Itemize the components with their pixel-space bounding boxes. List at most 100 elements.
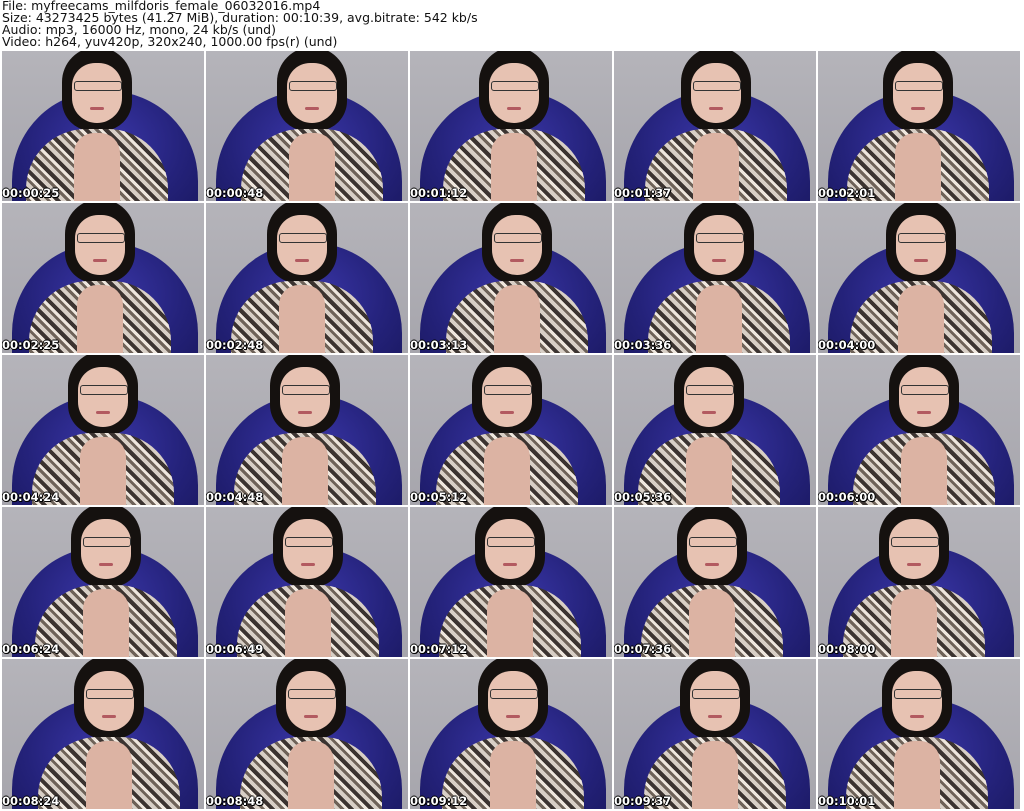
neckline [494, 285, 540, 353]
neckline [289, 133, 335, 201]
mouth [709, 107, 723, 110]
timestamp: 00:02:25 [2, 338, 60, 352]
glasses-icon [686, 385, 734, 395]
glasses-icon [282, 385, 330, 395]
face [489, 63, 539, 123]
timestamp: 00:04:24 [2, 490, 60, 504]
timestamp: 00:01:37 [614, 186, 672, 200]
video-frame-thumbnail[interactable]: 00:06:00 [818, 355, 1020, 505]
video-frame-thumbnail[interactable]: 00:04:48 [206, 355, 408, 505]
video-frame-thumbnail[interactable]: 00:08:00 [818, 507, 1020, 657]
neckline [83, 589, 129, 657]
glasses-icon [490, 689, 538, 699]
neckline [77, 285, 123, 353]
video-frame-thumbnail[interactable]: 00:05:36 [614, 355, 816, 505]
mouth [96, 411, 110, 414]
neckline [484, 437, 530, 505]
timestamp: 00:06:49 [206, 642, 264, 656]
video-frame-thumbnail[interactable]: 00:10:01 [818, 659, 1020, 809]
mouth [702, 411, 716, 414]
video-frame-thumbnail[interactable]: 00:03:36 [614, 203, 816, 353]
face [75, 215, 125, 275]
mouth [507, 107, 521, 110]
mouth [90, 107, 104, 110]
video-frame-thumbnail[interactable]: 00:00:25 [2, 51, 204, 201]
video-frame-thumbnail[interactable]: 00:02:25 [2, 203, 204, 353]
neckline [490, 741, 536, 809]
video-frame-thumbnail[interactable]: 00:02:01 [818, 51, 1020, 201]
face [896, 215, 946, 275]
face [892, 671, 942, 731]
mouth [500, 411, 514, 414]
timestamp: 00:06:00 [818, 490, 876, 504]
timestamp: 00:08:48 [206, 794, 264, 808]
video-frame-thumbnail[interactable]: 00:04:24 [2, 355, 204, 505]
glasses-icon [895, 81, 943, 91]
timestamp: 00:07:36 [614, 642, 672, 656]
mouth [705, 563, 719, 566]
video-frame-thumbnail[interactable]: 00:07:12 [410, 507, 612, 657]
mouth [305, 107, 319, 110]
video-frame-thumbnail[interactable]: 00:08:24 [2, 659, 204, 809]
mouth [911, 107, 925, 110]
glasses-icon [86, 689, 134, 699]
mouth [914, 259, 928, 262]
glasses-icon [494, 233, 542, 243]
glasses-icon [288, 689, 336, 699]
video-frame-thumbnail[interactable]: 00:09:37 [614, 659, 816, 809]
timestamp: 00:07:12 [410, 642, 468, 656]
face [889, 519, 939, 579]
timestamp: 00:05:12 [410, 490, 468, 504]
glasses-icon [279, 233, 327, 243]
glasses-icon [484, 385, 532, 395]
timestamp: 00:03:13 [410, 338, 468, 352]
video-frame-thumbnail[interactable]: 00:01:37 [614, 51, 816, 201]
video-frame-thumbnail[interactable]: 00:03:13 [410, 203, 612, 353]
video-info: Video: h264, yuv420p, 320x240, 1000.00 f… [2, 34, 338, 49]
timestamp: 00:00:48 [206, 186, 264, 200]
mouth [506, 715, 520, 718]
video-frame-thumbnail[interactable]: 00:09:12 [410, 659, 612, 809]
face [84, 671, 134, 731]
face [485, 519, 535, 579]
video-frame-thumbnail[interactable]: 00:01:12 [410, 51, 612, 201]
video-frame-thumbnail[interactable]: 00:08:48 [206, 659, 408, 809]
neckline [491, 133, 537, 201]
face [893, 63, 943, 123]
timestamp: 00:03:36 [614, 338, 672, 352]
face [899, 367, 949, 427]
face [287, 63, 337, 123]
mouth [510, 259, 524, 262]
glasses-icon [898, 233, 946, 243]
mouth [917, 411, 931, 414]
neckline [80, 437, 126, 505]
neckline [696, 285, 742, 353]
face [690, 671, 740, 731]
timestamp: 00:06:24 [2, 642, 60, 656]
neckline [74, 133, 120, 201]
video-frame-thumbnail[interactable]: 00:07:36 [614, 507, 816, 657]
mouth [304, 715, 318, 718]
video-frame-thumbnail[interactable]: 00:02:48 [206, 203, 408, 353]
timestamp: 00:00:25 [2, 186, 60, 200]
neckline [689, 589, 735, 657]
video-frame-thumbnail[interactable]: 00:00:48 [206, 51, 408, 201]
video-frame-thumbnail[interactable]: 00:04:00 [818, 203, 1020, 353]
neckline [288, 741, 334, 809]
video-frame-thumbnail[interactable]: 00:06:24 [2, 507, 204, 657]
mouth [99, 563, 113, 566]
neckline [282, 437, 328, 505]
timestamp: 00:05:36 [614, 490, 672, 504]
face [283, 519, 333, 579]
video-frame-thumbnail[interactable]: 00:05:12 [410, 355, 612, 505]
neckline [894, 741, 940, 809]
timestamp: 00:08:00 [818, 642, 876, 656]
face [78, 367, 128, 427]
video-frame-thumbnail[interactable]: 00:06:49 [206, 507, 408, 657]
neckline [686, 437, 732, 505]
face [286, 671, 336, 731]
mouth [708, 715, 722, 718]
glasses-icon [83, 537, 131, 547]
neckline [279, 285, 325, 353]
file-info-header: File: myfreecams_milfdoris_female_060320… [2, 0, 478, 48]
